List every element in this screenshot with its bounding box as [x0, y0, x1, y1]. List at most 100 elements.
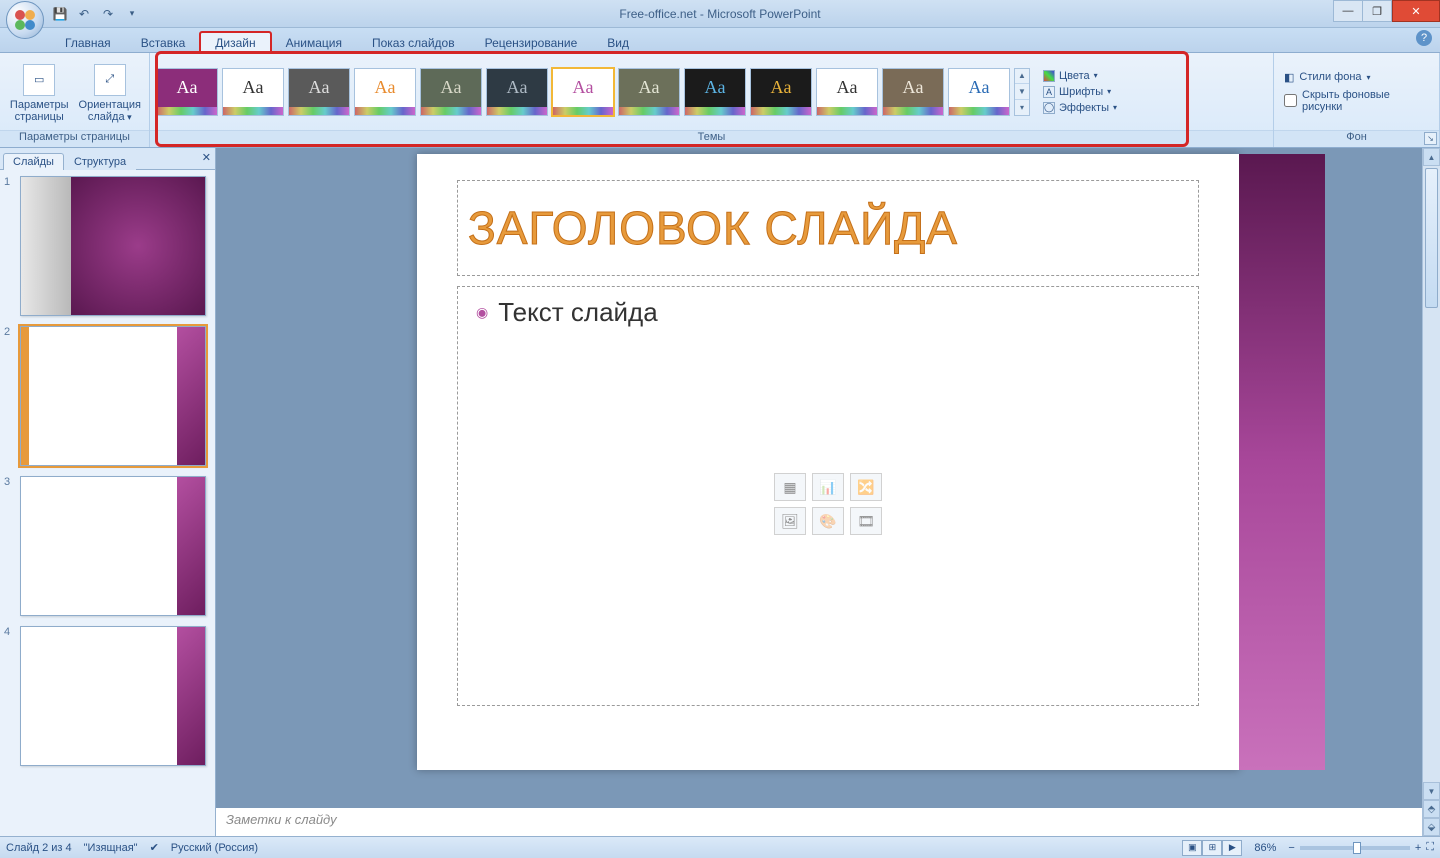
bg-styles-icon: ◧: [1284, 71, 1294, 84]
vertical-scrollbar[interactable]: ▲ ▼ ⬘ ⬙: [1422, 148, 1440, 836]
slide-editor: ЗАГОЛОВОК СЛАЙДА Текст слайда ▦ 📊 🔀 🖼 🎨 …: [216, 148, 1440, 836]
slideshow-view-icon[interactable]: ▶: [1222, 840, 1242, 856]
office-button[interactable]: [6, 1, 44, 39]
bg-styles-label: Стили фона: [1299, 71, 1361, 83]
bg-launcher-icon[interactable]: ↘: [1424, 132, 1437, 145]
insert-media-icon[interactable]: 🎞: [850, 507, 882, 535]
group-page-setup: ▭ Параметры страницы ⤢ Ориентация слайда…: [0, 53, 150, 147]
thumb-row-1: 1: [4, 176, 211, 316]
insert-clipart-icon[interactable]: 🎨: [812, 507, 844, 535]
tab-design[interactable]: Дизайн: [200, 32, 270, 53]
group-background: ◧ Стили фона ▾ Скрыть фоновые рисунки Фо…: [1274, 53, 1440, 147]
tab-home[interactable]: Главная: [50, 32, 126, 53]
close-button[interactable]: ✕: [1392, 0, 1440, 22]
thumbnails-list: 1234: [0, 170, 215, 836]
slide-thumbnail-2[interactable]: [20, 326, 206, 466]
scroll-down-icon[interactable]: ▼: [1423, 782, 1440, 800]
zoom-percent[interactable]: 86%: [1254, 842, 1276, 854]
content-placeholder[interactable]: Текст слайда ▦ 📊 🔀 🖼 🎨 🎞: [457, 286, 1199, 706]
orientation-icon: ⤢: [94, 64, 126, 96]
gallery-more-icon[interactable]: ▾: [1015, 100, 1029, 115]
theme-thumb-12[interactable]: Aa: [948, 68, 1010, 116]
fonts-label: Шрифты: [1059, 86, 1103, 98]
pane-tabs: Слайды Структура ✕: [0, 148, 215, 170]
theme-thumb-8[interactable]: Aa: [684, 68, 746, 116]
help-icon[interactable]: ?: [1416, 30, 1432, 46]
insert-smartart-icon[interactable]: 🔀: [850, 473, 882, 501]
zoom-out-icon[interactable]: −: [1288, 842, 1294, 854]
pane-close-icon[interactable]: ✕: [202, 151, 211, 164]
page-setup-button[interactable]: ▭ Параметры страницы: [6, 61, 73, 123]
zoom-slider[interactable]: [1300, 846, 1410, 850]
page-setup-label: Параметры страницы: [6, 99, 73, 123]
redo-icon[interactable]: ↷: [98, 4, 118, 24]
prev-slide-icon[interactable]: ⬘: [1423, 800, 1440, 818]
fit-window-icon[interactable]: ⛶: [1426, 841, 1434, 854]
tab-insert[interactable]: Вставка: [126, 32, 201, 53]
effects-label: Эффекты: [1059, 102, 1109, 114]
theme-fonts-button[interactable]: AШрифты ▾: [1040, 85, 1129, 99]
title-placeholder[interactable]: ЗАГОЛОВОК СЛАЙДА: [457, 180, 1199, 276]
theme-thumb-3[interactable]: Aa: [354, 68, 416, 116]
thumb-number: 1: [4, 176, 14, 316]
sorter-view-icon[interactable]: ⊞: [1202, 840, 1222, 856]
slide-viewport[interactable]: ЗАГОЛОВОК СЛАЙДА Текст слайда ▦ 📊 🔀 🖼 🎨 …: [216, 148, 1440, 804]
theme-thumb-7[interactable]: Aa: [618, 68, 680, 116]
restore-button[interactable]: ❐: [1362, 0, 1392, 22]
notes-pane[interactable]: Заметки к слайду: [216, 804, 1422, 836]
status-bar: Слайд 2 из 4 "Изящная" ✔ Русский (Россия…: [0, 836, 1440, 858]
scroll-thumb[interactable]: [1425, 168, 1438, 308]
status-language[interactable]: Русский (Россия): [171, 842, 258, 854]
theme-thumb-2[interactable]: Aa: [288, 68, 350, 116]
themes-side-panel: Цвета ▾ AШрифты ▾ ◯Эффекты ▾: [1034, 69, 1129, 115]
pane-tab-slides[interactable]: Слайды: [3, 153, 64, 170]
tab-slideshow[interactable]: Показ слайдов: [357, 32, 470, 53]
quick-access-toolbar: 💾 ↶ ↷ ▾: [50, 0, 142, 27]
hide-bg-check[interactable]: [1284, 94, 1297, 107]
insert-chart-icon[interactable]: 📊: [812, 473, 844, 501]
next-slide-icon[interactable]: ⬙: [1423, 818, 1440, 836]
insert-table-icon[interactable]: ▦: [774, 473, 806, 501]
theme-thumb-1[interactable]: Aa: [222, 68, 284, 116]
background-styles-button[interactable]: ◧ Стили фона ▾: [1284, 71, 1371, 84]
scroll-track[interactable]: [1423, 166, 1440, 782]
slide-canvas[interactable]: ЗАГОЛОВОК СЛАЙДА Текст слайда ▦ 📊 🔀 🖼 🎨 …: [417, 154, 1239, 770]
undo-icon[interactable]: ↶: [74, 4, 94, 24]
theme-thumb-9[interactable]: Aa: [750, 68, 812, 116]
orientation-button[interactable]: ⤢ Ориентация слайда: [77, 61, 144, 123]
content-placeholder-icons: ▦ 📊 🔀 🖼 🎨 🎞: [774, 473, 882, 535]
gallery-up-icon[interactable]: ▲: [1015, 69, 1029, 85]
theme-thumb-10[interactable]: Aa: [816, 68, 878, 116]
hide-bg-checkbox[interactable]: Скрыть фоновые рисунки: [1284, 89, 1429, 113]
colors-swatch-icon: [1043, 70, 1055, 82]
slide-thumbnail-1[interactable]: [20, 176, 206, 316]
theme-thumb-4[interactable]: Aa: [420, 68, 482, 116]
colors-label: Цвета: [1059, 70, 1090, 82]
thumb-number: 2: [4, 326, 14, 466]
theme-thumb-11[interactable]: Aa: [882, 68, 944, 116]
spellcheck-icon[interactable]: ✔: [150, 841, 159, 854]
themes-gallery-scroll: ▲ ▼ ▾: [1014, 68, 1030, 116]
tab-view[interactable]: Вид: [592, 32, 644, 53]
zoom-in-icon[interactable]: +: [1415, 842, 1421, 854]
qat-more-icon[interactable]: ▾: [122, 4, 142, 24]
slide-body-text: Текст слайда: [476, 297, 1180, 328]
theme-thumb-5[interactable]: Aa: [486, 68, 548, 116]
zoom-slider-thumb[interactable]: [1353, 842, 1361, 854]
tab-animation[interactable]: Анимация: [271, 32, 357, 53]
minimize-button[interactable]: —: [1333, 0, 1363, 22]
tab-review[interactable]: Рецензирование: [470, 32, 593, 53]
theme-colors-button[interactable]: Цвета ▾: [1040, 69, 1129, 83]
insert-picture-icon[interactable]: 🖼: [774, 507, 806, 535]
theme-effects-button[interactable]: ◯Эффекты ▾: [1040, 101, 1129, 115]
pane-tab-outline[interactable]: Структура: [64, 153, 136, 170]
status-slide-info: Слайд 2 из 4: [6, 842, 72, 854]
theme-thumb-6[interactable]: Aa: [552, 68, 614, 116]
slide-thumbnail-3[interactable]: [20, 476, 206, 616]
gallery-down-icon[interactable]: ▼: [1015, 84, 1029, 100]
scroll-up-icon[interactable]: ▲: [1423, 148, 1440, 166]
slide-thumbnail-4[interactable]: [20, 626, 206, 766]
theme-thumb-0[interactable]: Aa: [156, 68, 218, 116]
save-icon[interactable]: 💾: [50, 4, 70, 24]
normal-view-icon[interactable]: ▣: [1182, 840, 1202, 856]
